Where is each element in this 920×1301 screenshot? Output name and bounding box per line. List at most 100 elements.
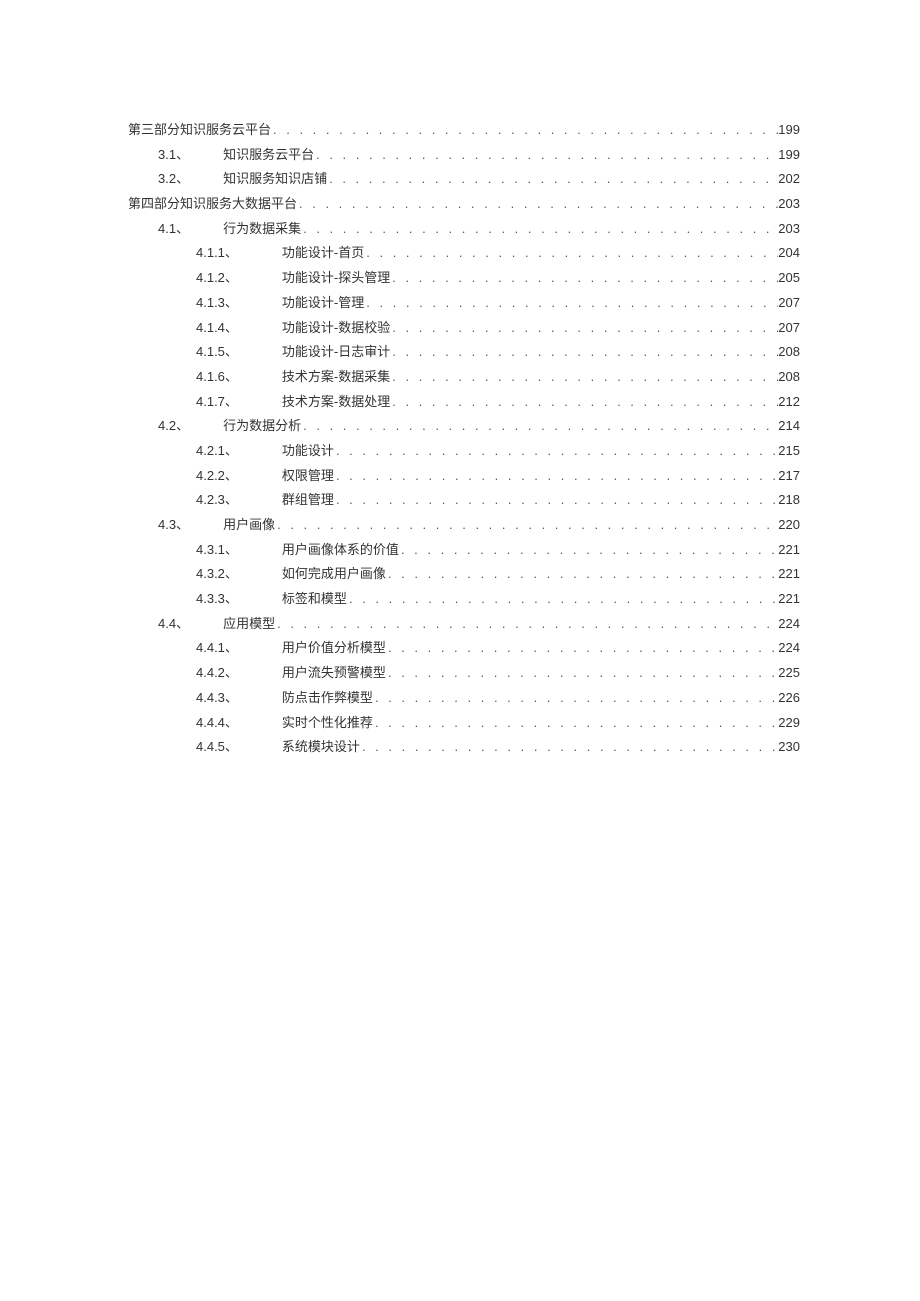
toc-page-number: 217 <box>778 464 800 489</box>
toc-label: 4.1.3、 <box>196 291 238 316</box>
toc-label: 4.2.2、 <box>196 464 238 489</box>
toc-title: 群组管理 <box>282 488 334 513</box>
toc-label: 4.1.7、 <box>196 390 238 415</box>
toc-label: 第三部分知识服务云平台 <box>128 118 271 143</box>
toc-entry: 4.3.1、 用户画像体系的价值 221 <box>128 538 800 563</box>
toc-entry: 4.1、 行为数据采集 203 <box>128 217 800 242</box>
toc-leader-dots <box>334 439 778 464</box>
toc-title: 功能设计-日志审计 <box>282 340 390 365</box>
toc-title: 功能设计-管理 <box>282 291 364 316</box>
toc-label: 4.2.1、 <box>196 439 238 464</box>
toc-title: 知识服务知识店铺 <box>223 167 327 192</box>
toc-page-number: 214 <box>778 414 800 439</box>
toc-label: 4.1.2、 <box>196 266 238 291</box>
toc-page-number: 221 <box>778 538 800 563</box>
toc-title: 用户画像 <box>223 513 275 538</box>
toc-label: 4.4、 <box>158 612 189 637</box>
toc-label: 4.1.4、 <box>196 316 238 341</box>
toc-entry: 4.4.2、 用户流失预警模型 225 <box>128 661 800 686</box>
toc-entry: 4.1.5、 功能设计-日志审计 208 <box>128 340 800 365</box>
toc-label: 4.4.2、 <box>196 661 238 686</box>
toc-leader-dots <box>390 365 778 390</box>
toc-label: 4.3.3、 <box>196 587 238 612</box>
toc-label: 4.2.3、 <box>196 488 238 513</box>
toc-leader-dots <box>399 538 778 563</box>
toc-title: 行为数据分析 <box>223 414 301 439</box>
toc-label: 4.3.2、 <box>196 562 238 587</box>
toc-label: 4.3.1、 <box>196 538 238 563</box>
toc-title: 防点击作弊模型 <box>282 686 373 711</box>
toc-label: 3.1、 <box>158 143 189 168</box>
toc-page-number: 212 <box>778 390 800 415</box>
toc-title: 用户价值分析模型 <box>282 636 386 661</box>
toc-page-number: 220 <box>778 513 800 538</box>
toc-page-number: 218 <box>778 488 800 513</box>
toc-label: 3.2、 <box>158 167 189 192</box>
toc-leader-dots <box>390 390 778 415</box>
toc-page-number: 205 <box>778 266 800 291</box>
toc-entry: 4.2、 行为数据分析 214 <box>128 414 800 439</box>
toc-entry: 4.2.2、 权限管理 217 <box>128 464 800 489</box>
toc-entry: 4.1.3、 功能设计-管理 207 <box>128 291 800 316</box>
toc-entry: 4.3.3、 标签和模型 221 <box>128 587 800 612</box>
toc-leader-dots <box>373 686 778 711</box>
toc-leader-dots <box>386 661 778 686</box>
toc-entry: 3.1、 知识服务云平台 199 <box>128 143 800 168</box>
toc-leader-dots <box>347 587 778 612</box>
toc-leader-dots <box>275 612 778 637</box>
toc-page-number: 203 <box>778 192 800 217</box>
toc-leader-dots <box>297 192 778 217</box>
toc-leader-dots <box>364 241 778 266</box>
toc-title: 用户流失预警模型 <box>282 661 386 686</box>
toc-leader-dots <box>386 636 778 661</box>
toc-label: 4.1.5、 <box>196 340 238 365</box>
toc-leader-dots <box>390 266 778 291</box>
toc-title: 如何完成用户画像 <box>282 562 386 587</box>
toc-page-number: 208 <box>778 365 800 390</box>
toc-page-number: 221 <box>778 587 800 612</box>
toc-entry: 4.2.1、 功能设计 215 <box>128 439 800 464</box>
toc-label: 4.1.1、 <box>196 241 238 266</box>
toc-leader-dots <box>314 143 778 168</box>
toc-leader-dots <box>390 316 778 341</box>
toc-label: 4.4.3、 <box>196 686 238 711</box>
toc-title: 应用模型 <box>223 612 275 637</box>
toc-leader-dots <box>364 291 778 316</box>
toc-title: 技术方案-数据处理 <box>282 390 390 415</box>
toc-leader-dots <box>275 513 778 538</box>
toc-label: 4.4.5、 <box>196 735 238 760</box>
toc-entry: 4.1.6、 技术方案-数据采集 208 <box>128 365 800 390</box>
toc-page-number: 229 <box>778 711 800 736</box>
toc-entry: 4.1.7、 技术方案-数据处理 212 <box>128 390 800 415</box>
toc-entry: 4.4.3、 防点击作弊模型 226 <box>128 686 800 711</box>
toc-title: 功能设计-数据校验 <box>282 316 390 341</box>
toc-title: 标签和模型 <box>282 587 347 612</box>
toc-label: 第四部分知识服务大数据平台 <box>128 192 297 217</box>
toc-entry: 4.2.3、 群组管理 218 <box>128 488 800 513</box>
toc-label: 4.1.6、 <box>196 365 238 390</box>
toc-leader-dots <box>334 488 778 513</box>
toc-leader-dots <box>301 414 778 439</box>
toc-leader-dots <box>327 167 778 192</box>
toc-leader-dots <box>360 735 778 760</box>
toc-leader-dots <box>271 118 778 143</box>
toc-entry: 4.4.5、 系统模块设计 230 <box>128 735 800 760</box>
toc-leader-dots <box>301 217 778 242</box>
toc-entry: 4.1.1、 功能设计-首页 204 <box>128 241 800 266</box>
toc-title: 行为数据采集 <box>223 217 301 242</box>
toc-page-number: 202 <box>778 167 800 192</box>
toc-page-number: 221 <box>778 562 800 587</box>
toc-page-number: 199 <box>778 143 800 168</box>
toc-title: 功能设计-首页 <box>282 241 364 266</box>
toc-title: 知识服务云平台 <box>223 143 314 168</box>
toc-entry: 4.4、 应用模型 224 <box>128 612 800 637</box>
toc-page-number: 207 <box>778 291 800 316</box>
toc-title: 系统模块设计 <box>282 735 360 760</box>
toc-page-number: 230 <box>778 735 800 760</box>
toc-page-number: 208 <box>778 340 800 365</box>
toc-entry: 4.3.2、 如何完成用户画像 221 <box>128 562 800 587</box>
toc-label: 4.4.4、 <box>196 711 238 736</box>
toc-entry: 第三部分知识服务云平台 199 <box>128 118 800 143</box>
toc-page-number: 226 <box>778 686 800 711</box>
toc-label: 4.3、 <box>158 513 189 538</box>
